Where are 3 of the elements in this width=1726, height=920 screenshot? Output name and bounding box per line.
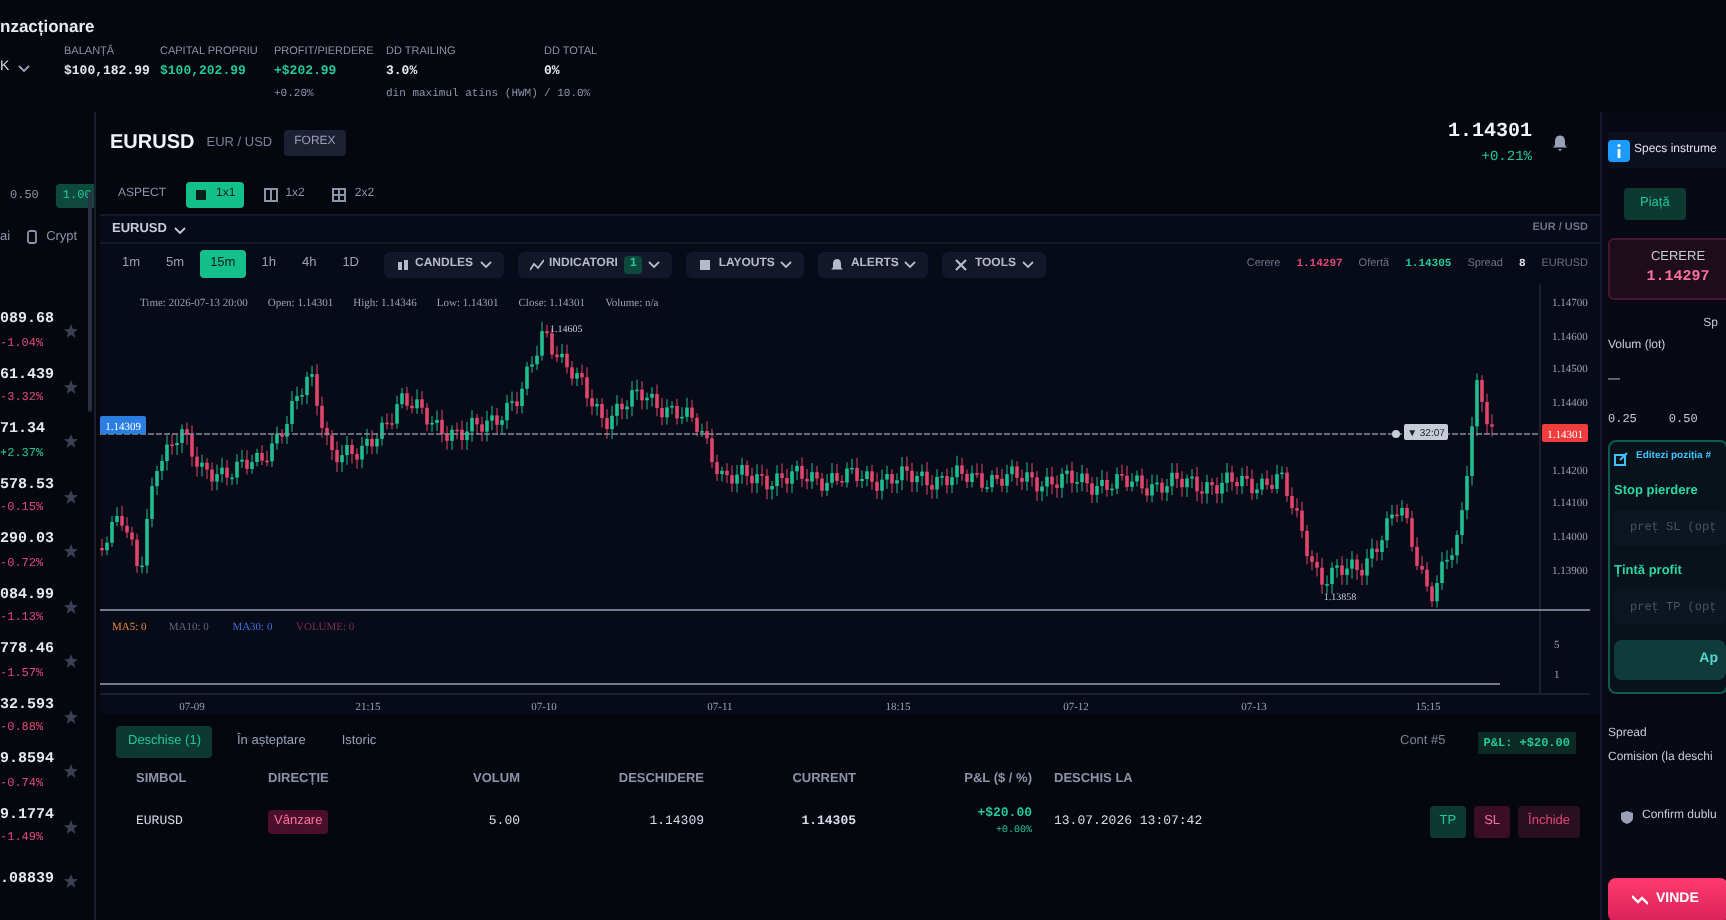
page-title: nzacționare — [0, 14, 97, 40]
instrument-symbol: EURUSD — [110, 130, 195, 158]
current-price: 1.14301 — [1447, 119, 1532, 148]
